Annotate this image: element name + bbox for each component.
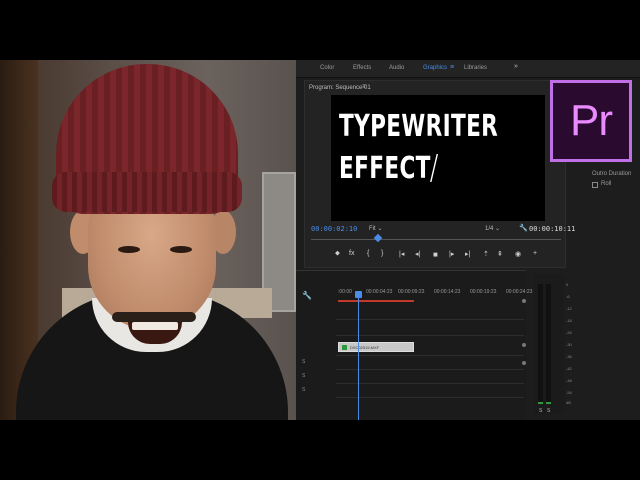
monitor-scrub-bar[interactable]	[311, 239, 561, 240]
fit-dropdown[interactable]: Fit ⌄	[369, 225, 382, 232]
presenter-eye-left	[118, 246, 140, 253]
meter-solo-right-button[interactable]: S	[547, 408, 550, 414]
meter-scale-label: -48	[566, 378, 572, 383]
premiere-interface: Color Effects Audio Graphics ≡ Libraries…	[296, 60, 640, 420]
track-divider	[336, 383, 524, 384]
meter-scale-label: -36	[566, 354, 572, 359]
presenter-teeth	[132, 322, 178, 330]
presenter-mustache	[112, 312, 196, 322]
clip-label: DSC02515.MXF	[350, 345, 380, 350]
audio-meter-left-level	[538, 402, 543, 404]
current-timecode[interactable]: 00:00:02:10	[311, 225, 357, 233]
transport-controls: ⬥ fx { } |◂ ◂| ■ |▸ ▸| ⇡ ⇞ ◉ +	[335, 250, 565, 262]
presenter-photo	[0, 60, 296, 420]
audio-meters: S S	[534, 274, 564, 414]
track-solo-button[interactable]: S	[302, 359, 305, 365]
tab-graphics[interactable]: Graphics	[423, 65, 447, 71]
mark-in-icon[interactable]: {	[367, 250, 369, 257]
track-divider	[336, 369, 524, 370]
meter-scale-label: -18	[566, 318, 572, 323]
clip-fx-icon	[342, 345, 347, 350]
ruler-tick: :00:00	[338, 289, 352, 295]
fx-icon[interactable]: fx	[349, 250, 354, 257]
tab-color[interactable]: Color	[320, 65, 334, 71]
add-button-icon[interactable]: +	[533, 250, 537, 257]
track-solo-button[interactable]: S	[302, 373, 305, 379]
tab-libraries[interactable]: Libraries	[464, 65, 487, 71]
ruler-tick: 00:00:19:23	[470, 289, 497, 295]
work-area-bar[interactable]	[338, 300, 414, 302]
scroll-handle[interactable]	[522, 299, 526, 303]
video-clip[interactable]: DSC02515.MXF	[338, 342, 414, 352]
mark-out-icon[interactable]: }	[381, 250, 383, 257]
presenter-eye-right	[170, 246, 192, 253]
timeline-settings-wrench-icon[interactable]: 🔧	[302, 291, 312, 300]
roll-checkbox-label: Roll	[601, 181, 612, 187]
video-title-line2: EFFECT	[339, 151, 439, 186]
workspace-more-icon[interactable]: »	[514, 63, 518, 70]
audio-meter-left	[538, 284, 543, 404]
audio-meter-right	[546, 284, 551, 404]
track-divider	[336, 319, 524, 320]
meter-scale-label: -54	[566, 390, 572, 395]
meter-solo-left-button[interactable]: S	[539, 408, 542, 414]
step-back-icon[interactable]: ◂|	[415, 250, 420, 258]
extract-icon[interactable]: ⇞	[497, 250, 503, 258]
resolution-dropdown[interactable]: 1/4 ⌄	[485, 225, 500, 232]
resolution-dropdown-caret-icon: ⌄	[495, 226, 501, 232]
text-cursor-icon	[430, 154, 439, 182]
tab-effects[interactable]: Effects	[353, 65, 371, 71]
duration-timecode: 00:00:10:11	[529, 225, 576, 233]
step-forward-icon[interactable]: |▸	[449, 250, 454, 258]
go-to-out-icon[interactable]: ▸|	[465, 250, 470, 258]
meter-scale-label: -42	[566, 366, 572, 371]
fit-dropdown-label: Fit	[369, 226, 376, 232]
meter-scale-label: -12	[566, 306, 572, 311]
letterbox-top	[0, 0, 640, 60]
meter-scale-label: -6	[566, 294, 570, 299]
timeline-playhead-line[interactable]	[358, 293, 359, 420]
scroll-handle[interactable]	[522, 361, 526, 365]
resolution-dropdown-label: 1/4	[485, 226, 494, 232]
track-divider	[336, 335, 524, 336]
program-monitor: Program: Sequence 01 ≡ TYPEWRITER EFFECT…	[304, 80, 575, 268]
workspace-menu-icon[interactable]: ≡	[450, 64, 454, 71]
scroll-handle[interactable]	[522, 343, 526, 347]
outro-duration-label: Outro Duration	[592, 171, 632, 177]
track-solo-button[interactable]: S	[302, 387, 305, 393]
marker-icon[interactable]: ⬥	[335, 250, 340, 258]
tab-audio[interactable]: Audio	[389, 65, 404, 71]
go-to-in-icon[interactable]: |◂	[399, 250, 404, 258]
play-stop-icon[interactable]: ■	[433, 250, 438, 259]
export-frame-icon[interactable]: ◉	[515, 250, 521, 258]
fit-dropdown-caret-icon: ⌄	[377, 226, 383, 232]
monitor-menu-icon[interactable]: ≡	[362, 84, 366, 90]
letterbox-bottom	[0, 420, 640, 480]
premiere-pro-logo: Pr	[550, 80, 632, 162]
meter-scale-label: dB	[566, 400, 571, 405]
track-divider	[336, 355, 524, 356]
meter-scale-label: -24	[566, 330, 572, 335]
monitor-playhead-handle[interactable]	[373, 233, 383, 243]
video-title-line1: TYPEWRITER	[339, 109, 499, 144]
video-title-line2-text: EFFECT	[339, 151, 431, 186]
ruler-tick: 00:00:24:23	[506, 289, 533, 295]
timeline-panel: 🔧 :00:00 00:00:04:23 00:00:09:23 00:00:1…	[296, 270, 532, 420]
meter-scale-label: 0	[566, 282, 569, 287]
lift-icon[interactable]: ⇡	[483, 250, 489, 258]
track-divider	[336, 397, 524, 398]
ruler-tick: 00:00:14:23	[434, 289, 461, 295]
ruler-tick: 00:00:09:23	[398, 289, 425, 295]
monitor-settings-wrench-icon[interactable]: 🔧	[519, 224, 528, 232]
video-preview[interactable]: TYPEWRITER EFFECT	[331, 95, 545, 221]
workspace-tabs: Color Effects Audio Graphics ≡ Libraries…	[296, 60, 640, 78]
timeline-ruler[interactable]: :00:00 00:00:04:23 00:00:09:23 00:00:14:…	[336, 287, 532, 301]
premiere-pro-logo-text: Pr	[570, 96, 613, 145]
audio-meter-right-level	[546, 402, 551, 404]
meter-scale-label: -30	[566, 342, 572, 347]
presenter-beanie-cuff	[52, 172, 242, 212]
roll-checkbox[interactable]	[592, 182, 598, 188]
ruler-tick: 00:00:04:23	[366, 289, 393, 295]
